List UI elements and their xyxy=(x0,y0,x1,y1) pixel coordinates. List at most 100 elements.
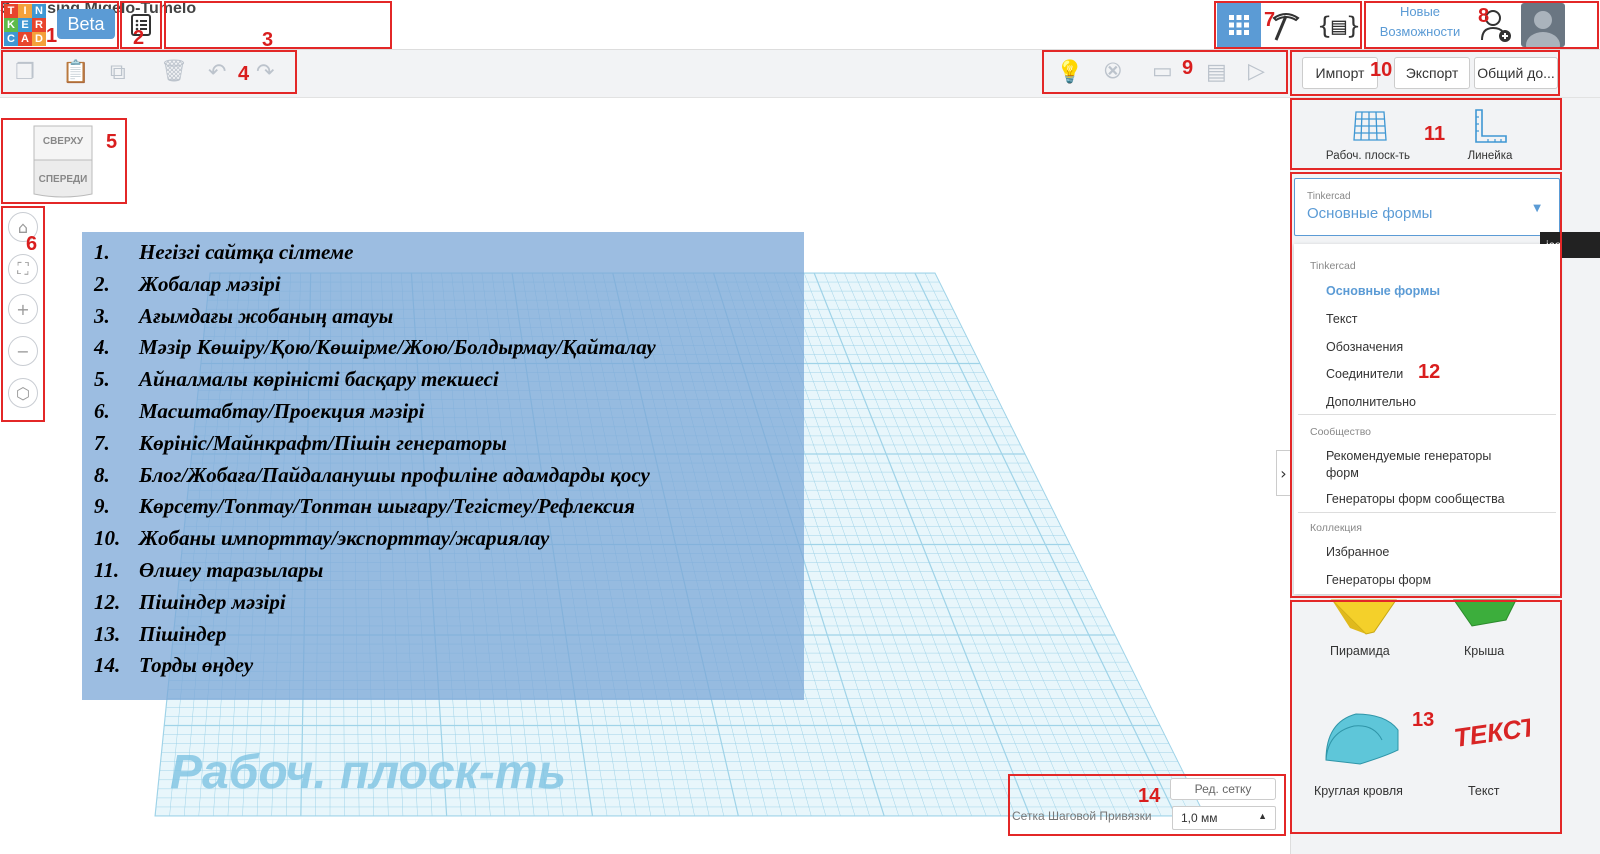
text-shape-label: Текст xyxy=(1468,784,1500,798)
legend-panel: 1. Негізгі сайтқа сілтеме 2. Жобалар мәзірі… xyxy=(82,232,804,700)
share-button[interactable]: Общий до... xyxy=(1474,57,1558,89)
view-cube-top[interactable]: СВЕРХУ xyxy=(28,136,98,147)
whats-new-link[interactable]: Новые Возможности xyxy=(1366,2,1474,46)
align-icon[interactable]: ▤ xyxy=(1206,62,1227,84)
legend-number: 4. xyxy=(94,335,110,360)
snap-grid-select[interactable]: 1,0 мм ▲ xyxy=(1172,806,1276,830)
projection-button[interactable]: ⬡ xyxy=(8,378,38,408)
menu-group-title: Tinkercad xyxy=(1310,260,1356,272)
legend-number: 13. xyxy=(94,621,121,646)
view-cube-front[interactable]: СПЕРЕДИ xyxy=(28,174,98,185)
fit-icon: ⛶ xyxy=(17,259,29,278)
undo-icon[interactable]: ↶ xyxy=(208,62,226,84)
callout-number: 3 xyxy=(262,29,274,51)
legend-item: 14. Торды өңдеу xyxy=(94,653,253,678)
menu-item[interactable]: Обозначения xyxy=(1326,340,1403,354)
3d-view-button[interactable] xyxy=(1217,3,1261,47)
legend-item: 3. Ағымдағы жобаның атауы xyxy=(94,304,393,329)
legend-number: 10. xyxy=(94,526,121,551)
menu-item[interactable]: Текст xyxy=(1326,312,1357,326)
code-brackets-icon: {▤} xyxy=(1317,12,1361,40)
view-cube[interactable]: СВЕРХУ СПЕРЕДИ xyxy=(28,120,98,200)
callout-number: 2 xyxy=(133,27,145,49)
paste-icon[interactable]: 📋 xyxy=(62,62,89,84)
chevron-right-icon: › xyxy=(1280,463,1287,483)
mirror-icon[interactable]: ▷ xyxy=(1248,61,1265,83)
legend-item: 12. Пішіндер мәзірі xyxy=(94,590,286,615)
shape-library-source: Tinkercad xyxy=(1307,191,1351,202)
redo-icon[interactable]: ↷ xyxy=(256,62,274,84)
avatar[interactable] xyxy=(1521,3,1565,47)
duplicate-icon[interactable]: ⧉ xyxy=(110,62,126,84)
callout-number: 6 xyxy=(26,233,38,255)
legend-text: Пішіндер xyxy=(139,621,227,646)
legend-number: 8. xyxy=(94,462,110,487)
minus-icon: − xyxy=(16,341,30,361)
show-all-icon[interactable]: 💡 xyxy=(1056,62,1083,84)
legend-text: Масштабтау/Проекция мәзірі xyxy=(139,399,425,423)
legend-item: 2. Жобалар мәзірі xyxy=(94,272,281,297)
legend-number: 1. xyxy=(94,240,110,264)
callout-number: 10 xyxy=(1370,59,1393,81)
zoom-out-button[interactable]: − xyxy=(8,336,38,366)
menu-item[interactable]: Соединители xyxy=(1326,367,1403,381)
callout-number: 4 xyxy=(238,63,250,85)
round-roof-shape[interactable] xyxy=(1320,704,1406,768)
logo-letter: K xyxy=(4,18,18,32)
callout-number: 9 xyxy=(1182,57,1194,79)
legend-item: 6. Масштабтау/Проекция мәзірі xyxy=(94,399,425,424)
logo-letter: C xyxy=(4,32,18,46)
menu-item[interactable]: Избранное xyxy=(1326,545,1389,559)
legend-text: Өлшеу таразылары xyxy=(139,558,324,582)
caret-up-icon: ▲ xyxy=(1258,811,1267,821)
ungroup-icon[interactable]: ▭ xyxy=(1152,61,1173,83)
fit-view-button[interactable]: ⛶ xyxy=(8,254,38,284)
group-icon[interactable]: ⮿ xyxy=(1104,61,1122,83)
shape-library-select[interactable]: Tinkercad Основные формы ▼ xyxy=(1294,178,1560,236)
import-button[interactable]: Импорт xyxy=(1302,57,1378,89)
menu-item[interactable]: Генераторы форм xyxy=(1326,573,1431,587)
text-shape-art: ТЕКСТ xyxy=(1452,711,1530,752)
shapes-grid: ТЕКСТ xyxy=(1290,598,1600,838)
menu-group-title: Сообщество xyxy=(1310,426,1371,438)
legend-number: 2. xyxy=(94,271,110,296)
copy-icon[interactable]: ❐ xyxy=(15,62,35,84)
menu-item[interactable]: Основные формы xyxy=(1326,284,1440,298)
logo-letter: A xyxy=(18,32,32,46)
menu-item[interactable]: Генераторы форм сообщества xyxy=(1326,492,1505,506)
workplane-watermark: Рабоч. плоск-ть xyxy=(170,746,566,799)
grid-icon xyxy=(1229,15,1249,35)
ruler-tool-label: Линейка xyxy=(1467,150,1513,162)
logo-letter: I xyxy=(18,4,32,18)
legend-number: 9. xyxy=(94,494,110,519)
collapse-panel-button[interactable]: › xyxy=(1276,450,1290,496)
callout-number: 7 xyxy=(1264,9,1276,31)
pyramid-shape[interactable] xyxy=(1326,598,1406,638)
workplane-tool[interactable]: Рабоч. плоск-ть xyxy=(1318,106,1418,166)
shape-generators-button[interactable]: {▤} xyxy=(1317,6,1361,46)
edit-grid-button[interactable]: Ред. сетку xyxy=(1170,778,1276,800)
menu-divider xyxy=(1298,512,1556,513)
zoom-in-button[interactable]: + xyxy=(8,294,38,324)
roof-shape[interactable] xyxy=(1450,598,1520,638)
top-bar: TINKERCAD Beta Surprising Migelo-Tumelo … xyxy=(0,0,1600,50)
text-shape-icon: ТЕКСТ xyxy=(1452,711,1530,752)
legend-text: Торды өңдеу xyxy=(139,653,254,678)
menu-item[interactable]: Дополнительно xyxy=(1326,395,1416,409)
legend-item: 1. Негізгі сайтқа сілтеме xyxy=(94,240,353,265)
logo-letter: D xyxy=(32,32,46,46)
export-button[interactable]: Экспорт xyxy=(1394,57,1470,89)
legend-item: 7. Көрініс/Майнкрафт/Пішін генераторы xyxy=(94,431,507,456)
whats-new-line1: Новые xyxy=(1399,4,1441,19)
legend-number: 7. xyxy=(94,430,110,455)
snap-grid-label: Сетка Шаговой Привязки xyxy=(1012,809,1152,823)
pyramid-label: Пирамида xyxy=(1330,644,1390,658)
tinkercad-logo[interactable]: TINKERCAD xyxy=(4,4,46,46)
menu-item[interactable]: Рекомендуемые генераторы форм xyxy=(1326,448,1526,482)
roof-label: Крыша xyxy=(1464,644,1505,658)
delete-icon[interactable]: 🗑 xyxy=(160,61,188,83)
legend-item: 8. Блог/Жобаға/Пайдаланушы профиліне адам… xyxy=(94,463,650,488)
legend-number: 5. xyxy=(94,367,110,392)
ruler-tool[interactable]: Линейка xyxy=(1448,106,1532,166)
text-shape[interactable]: ТЕКСТ xyxy=(1450,708,1530,762)
